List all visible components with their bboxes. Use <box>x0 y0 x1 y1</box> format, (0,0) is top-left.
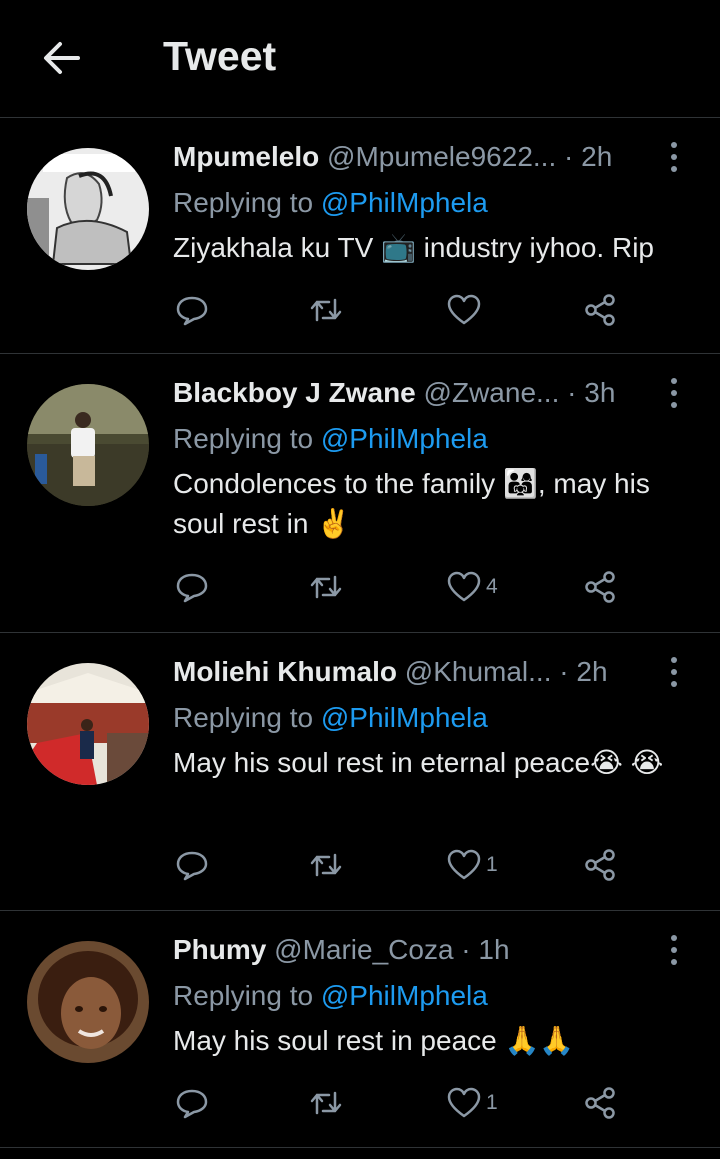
tweet[interactable]: Mpumelelo @Mpumele9622... · 2h Replying … <box>0 118 720 354</box>
author-name[interactable]: Blackboy J Zwane <box>173 377 416 408</box>
avatar[interactable] <box>27 663 149 785</box>
more-icon[interactable] <box>668 933 680 967</box>
tweet-actions <box>174 288 634 332</box>
replying-mention[interactable]: @PhilMphela <box>321 187 488 218</box>
share-icon <box>585 294 615 326</box>
like-button[interactable] <box>446 288 486 332</box>
share-icon <box>585 1087 615 1119</box>
author-handle[interactable]: @Mpumele9622... <box>327 141 556 172</box>
tweet-header: Phumy @Marie_Coza · 1h <box>173 933 643 967</box>
more-icon[interactable] <box>668 376 680 410</box>
heart-icon <box>447 849 481 880</box>
heart-icon <box>447 571 481 602</box>
timestamp[interactable]: 3h <box>584 377 615 408</box>
header: Tweet <box>0 0 720 118</box>
share-button[interactable] <box>582 565 618 609</box>
like-count: 1 <box>486 853 498 876</box>
author-name[interactable]: Mpumelelo <box>173 141 319 172</box>
retweet-button[interactable] <box>308 565 344 609</box>
page-title: Tweet <box>163 33 277 79</box>
reply-button[interactable] <box>174 288 210 332</box>
share-icon <box>585 849 615 881</box>
tweet-text: May his soul rest in eternal peace😭 😭 <box>173 747 664 778</box>
replying-mention[interactable]: @PhilMphela <box>321 423 488 454</box>
retweet-button[interactable] <box>308 1081 344 1125</box>
replying-prefix: Replying to <box>173 423 314 454</box>
retweet-icon <box>310 298 342 322</box>
tweet-header: Moliehi Khumalo @Khumal... · 2h <box>173 655 643 689</box>
more-icon[interactable] <box>668 655 680 689</box>
avatar[interactable] <box>27 148 149 270</box>
reply-button[interactable] <box>174 843 210 887</box>
replying-to: Replying to @PhilMphela <box>173 701 488 735</box>
comment-icon <box>176 573 208 603</box>
tweet-header: Mpumelelo @Mpumele9622... · 2h <box>173 140 643 174</box>
comment-icon <box>176 1089 208 1119</box>
avatar[interactable] <box>27 384 149 506</box>
replying-prefix: Replying to <box>173 187 314 218</box>
like-button[interactable]: 4 <box>446 565 498 609</box>
arrow-left-icon[interactable] <box>40 36 84 80</box>
like-count: 1 <box>486 1091 498 1114</box>
share-button[interactable] <box>582 1081 618 1125</box>
reply-button[interactable] <box>174 565 210 609</box>
author-handle[interactable]: @Marie_Coza <box>274 934 453 965</box>
share-button[interactable] <box>582 288 618 332</box>
replying-prefix: Replying to <box>173 702 314 733</box>
tweet-actions: 1 <box>174 1081 634 1125</box>
author-name[interactable]: Phumy <box>173 934 266 965</box>
replying-mention[interactable]: @PhilMphela <box>321 702 488 733</box>
tweet-text: May his soul rest in peace 🙏🙏 <box>173 1025 575 1056</box>
replying-to: Replying to @PhilMphela <box>173 422 488 456</box>
author-handle[interactable]: @Zwane... <box>424 377 560 408</box>
tweet-header: Blackboy J Zwane @Zwane... · 3h <box>173 376 643 410</box>
like-button[interactable]: 1 <box>446 1081 498 1125</box>
comment-icon <box>176 296 208 326</box>
retweet-icon <box>310 853 342 877</box>
tweet-text: Ziyakhala ku TV 📺 industry iyhoo. Rip <box>173 232 654 263</box>
timestamp[interactable]: 2h <box>576 656 607 687</box>
tweet[interactable]: Moliehi Khumalo @Khumal... · 2h Replying… <box>0 633 720 911</box>
replying-to: Replying to @PhilMphela <box>173 979 488 1013</box>
separator: · <box>461 934 471 965</box>
tweet-actions: 4 <box>174 565 634 609</box>
replying-to: Replying to @PhilMphela <box>173 186 488 220</box>
like-button[interactable]: 1 <box>446 843 498 887</box>
timestamp[interactable]: 2h <box>581 141 612 172</box>
separator: · <box>567 377 577 408</box>
timestamp[interactable]: 1h <box>478 934 509 965</box>
separator: · <box>564 141 574 172</box>
retweet-icon <box>310 575 342 599</box>
reply-button[interactable] <box>174 1081 210 1125</box>
like-count: 4 <box>486 575 498 598</box>
author-handle[interactable]: @Khumal... <box>405 656 552 687</box>
retweet-icon <box>310 1091 342 1115</box>
more-icon[interactable] <box>668 140 680 174</box>
avatar[interactable] <box>27 941 149 1063</box>
tweet[interactable]: Phumy @Marie_Coza · 1h Replying to @Phil… <box>0 911 720 1148</box>
replying-prefix: Replying to <box>173 980 314 1011</box>
heart-icon <box>447 1087 481 1118</box>
share-icon <box>585 571 615 603</box>
comment-icon <box>176 851 208 881</box>
retweet-button[interactable] <box>308 288 344 332</box>
tweet[interactable]: Blackboy J Zwane @Zwane... · 3h Replying… <box>0 354 720 633</box>
retweet-button[interactable] <box>308 843 344 887</box>
replying-mention[interactable]: @PhilMphela <box>321 980 488 1011</box>
share-button[interactable] <box>582 843 618 887</box>
author-name[interactable]: Moliehi Khumalo <box>173 656 397 687</box>
heart-icon <box>447 294 481 325</box>
separator: · <box>559 656 569 687</box>
tweet-text: Condolences to the family 👨‍👩‍👧, may his… <box>173 468 650 539</box>
tweet-actions: 1 <box>174 843 634 887</box>
